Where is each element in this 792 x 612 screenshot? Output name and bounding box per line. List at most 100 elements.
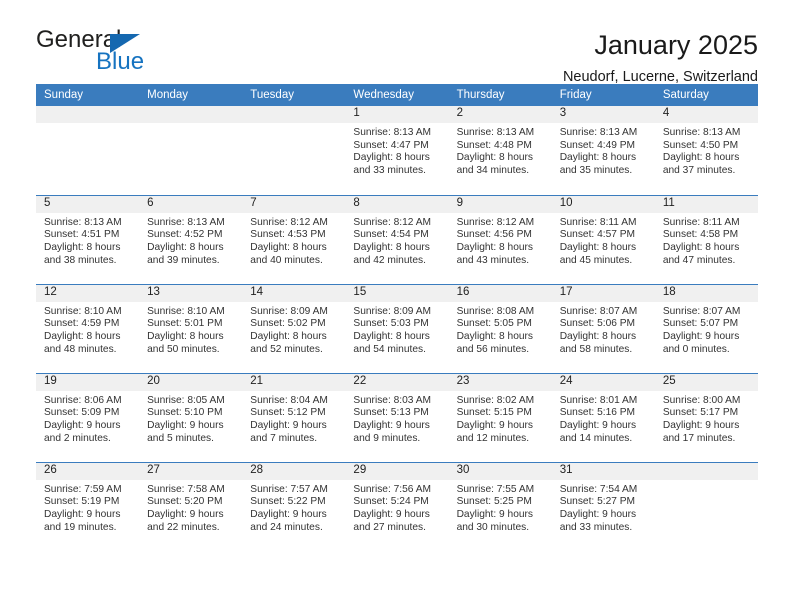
daylight-text-line2: and 52 minutes. [250,343,323,355]
calendar-day-cell[interactable]: 8 Sunrise: 8:12 AM Sunset: 4:54 PM Daylight… [345,194,449,284]
daylight-text-line2: and 0 minutes. [662,343,730,355]
day-number: 21 [242,373,346,391]
sunset-text: Sunset: 5:05 PM [456,318,532,330]
day-details: Sunrise: 8:00 AM Sunset: 5:17 PM Daylight:… [655,391,758,446]
daylight-text-line2: and 37 minutes. [662,165,736,177]
day-number: 15 [345,284,449,302]
calendar-day-cell[interactable]: 4 Sunrise: 8:13 AM Sunset: 4:50 PM Daylight… [654,106,758,195]
calendar-day-cell[interactable]: 2 Sunrise: 8:13 AM Sunset: 4:48 PM Daylight… [448,106,552,195]
daylight-text-line1: Daylight: 9 hours [559,508,637,520]
day-details: Sunrise: 8:13 AM Sunset: 4:49 PM Daylight:… [552,123,655,178]
sunset-text: Sunset: 4:51 PM [44,229,120,241]
daylight-text-line1: Daylight: 8 hours [250,241,327,253]
day-cell-inner: 17 Sunrise: 8:07 AM Sunset: 5:06 PM Dayligh… [551,284,655,373]
day-number: 17 [551,284,655,302]
sunrise-text: Sunrise: 8:12 AM [250,216,328,228]
daylight-text-line1: Daylight: 9 hours [250,508,327,520]
daylight-text-line1: Daylight: 9 hours [353,508,430,520]
daylight-text-line1: Daylight: 8 hours [559,330,637,342]
sunrise-text: Sunrise: 8:13 AM [662,127,741,138]
daylight-text-line2: and 12 minutes. [456,432,530,444]
sunset-text: Sunset: 4:50 PM [662,139,739,151]
day-details: Sunrise: 8:13 AM Sunset: 4:48 PM Daylight:… [449,123,552,178]
daylight-text-line2: and 22 minutes. [147,521,220,533]
sunset-text: Sunset: 4:47 PM [353,139,429,151]
calendar-day-cell[interactable]: 1 Sunrise: 8:13 AM Sunset: 4:47 PM Daylight… [345,106,449,195]
calendar-day-cell[interactable]: 24 Sunrise: 8:01 AM Sunset: 5:16 PM Dayligh… [551,372,655,462]
daylight-text-line2: and 38 minutes. [44,254,117,266]
calendar-day-cell[interactable]: 3 Sunrise: 8:13 AM Sunset: 4:49 PM Daylight… [551,106,655,195]
day-cell-inner: 12 Sunrise: 8:10 AM Sunset: 4:59 PM Dayligh… [36,284,140,373]
general-blue-logo[interactable]: General Blue [36,28,186,76]
weekday-header-thursday: Thursday [448,84,552,106]
calendar-day-cell[interactable]: 15 Sunrise: 8:09 AM Sunset: 5:03 PM Dayligh… [345,283,449,373]
calendar-day-cell[interactable]: 30 Sunrise: 7:55 AM Sunset: 5:25 PM Dayligh… [448,461,552,551]
daylight-text-line2: and 50 minutes. [147,343,220,355]
daylight-text-line2: and 9 minutes. [353,432,421,444]
sunrise-text: Sunrise: 8:11 AM [662,216,740,228]
calendar-day-cell[interactable]: 18 Sunrise: 8:07 AM Sunset: 5:07 PM Dayligh… [654,283,758,373]
daylight-text-line1: Daylight: 8 hours [662,152,740,164]
title-block: January 2025 Neudorf, Lucerne, Switzerla… [563,28,758,85]
day-details: Sunrise: 7:57 AM Sunset: 5:22 PM Daylight:… [242,480,345,535]
day-details: Sunrise: 7:59 AM Sunset: 5:19 PM Daylight:… [36,480,139,535]
calendar-day-cell[interactable]: 7 Sunrise: 8:12 AM Sunset: 4:53 PM Daylight… [242,194,346,284]
day-cell-inner: 13 Sunrise: 8:10 AM Sunset: 5:01 PM Dayligh… [139,284,243,373]
calendar-day-cell[interactable]: 9 Sunrise: 8:12 AM Sunset: 4:56 PM Daylight… [448,194,552,284]
day-details: Sunrise: 7:56 AM Sunset: 5:24 PM Daylight:… [345,480,448,535]
day-cell-inner: 6 Sunrise: 8:13 AM Sunset: 4:52 PM Daylight… [139,195,243,284]
sunset-text: Sunset: 5:09 PM [44,407,120,419]
calendar-day-cell[interactable]: 20 Sunrise: 8:05 AM Sunset: 5:10 PM Dayligh… [139,372,243,462]
calendar-day-cell[interactable]: 6 Sunrise: 8:13 AM Sunset: 4:52 PM Daylight… [139,194,243,284]
sunrise-text: Sunrise: 7:59 AM [44,483,122,495]
calendar-day-cell[interactable]: 28 Sunrise: 7:57 AM Sunset: 5:22 PM Dayligh… [242,461,346,551]
calendar-table: Sunday Monday Tuesday Wednesday Thursday Frid… [36,84,758,551]
calendar-day-cell[interactable]: 22 Sunrise: 8:03 AM Sunset: 5:13 PM Dayligh… [345,372,449,462]
weekday-header-wednesday: Wednesday [345,84,449,106]
calendar-day-cell[interactable]: 13 Sunrise: 8:10 AM Sunset: 5:01 PM Dayligh… [139,283,243,373]
calendar-day-cell[interactable]: 31 Sunrise: 7:54 AM Sunset: 5:27 PM Dayligh… [551,461,655,551]
sunrise-text: Sunrise: 8:08 AM [456,305,535,317]
calendar-day-cell[interactable]: 25 Sunrise: 8:00 AM Sunset: 5:17 PM Dayligh… [654,372,758,462]
calendar-day-cell[interactable]: 12 Sunrise: 8:10 AM Sunset: 4:59 PM Dayligh… [36,283,140,373]
day-number: 7 [242,195,346,213]
calendar-day-cell[interactable]: 23 Sunrise: 8:02 AM Sunset: 5:15 PM Dayligh… [448,372,552,462]
daylight-text-line2: and 45 minutes. [559,254,633,266]
day-cell-inner: 8 Sunrise: 8:12 AM Sunset: 4:54 PM Daylight… [345,195,449,284]
calendar-day-cell[interactable]: 11 Sunrise: 8:11 AM Sunset: 4:58 PM Dayligh… [654,194,758,284]
calendar-day-cell[interactable]: 26 Sunrise: 7:59 AM Sunset: 5:19 PM Dayligh… [36,461,140,551]
sunset-text: Sunset: 5:06 PM [559,318,636,330]
calendar-day-cell[interactable]: 14 Sunrise: 8:09 AM Sunset: 5:02 PM Dayligh… [242,283,346,373]
day-number: 20 [139,373,243,391]
calendar-day-cell-empty [139,106,243,195]
day-number [654,462,758,480]
day-cell-inner [654,462,758,551]
calendar-day-cell[interactable]: 27 Sunrise: 7:58 AM Sunset: 5:20 PM Dayligh… [139,461,243,551]
daylight-text-line2: and 43 minutes. [456,254,530,266]
day-cell-inner: 15 Sunrise: 8:09 AM Sunset: 5:03 PM Dayligh… [345,284,449,373]
calendar-header-row: Sunday Monday Tuesday Wednesday Thursday Frid… [36,84,758,106]
calendar-day-cell[interactable]: 21 Sunrise: 8:04 AM Sunset: 5:12 PM Dayligh… [242,372,346,462]
day-details: Sunrise: 8:09 AM Sunset: 5:02 PM Daylight:… [242,302,345,357]
calendar-day-cell[interactable]: 16 Sunrise: 8:08 AM Sunset: 5:05 PM Dayligh… [448,283,552,373]
day-details: Sunrise: 8:01 AM Sunset: 5:16 PM Daylight:… [552,391,655,446]
calendar-day-cell[interactable]: 10 Sunrise: 8:11 AM Sunset: 4:57 PM Dayligh… [551,194,655,284]
sunset-text: Sunset: 5:13 PM [353,407,429,419]
calendar-day-cell[interactable]: 17 Sunrise: 8:07 AM Sunset: 5:06 PM Dayligh… [551,283,655,373]
daylight-text-line1: Daylight: 8 hours [250,330,327,342]
day-cell-inner [36,106,140,194]
calendar-day-cell[interactable]: 5 Sunrise: 8:13 AM Sunset: 4:51 PM Daylight… [36,194,140,284]
day-cell-inner: 14 Sunrise: 8:09 AM Sunset: 5:02 PM Dayligh… [242,284,346,373]
daylight-text-line2: and 19 minutes. [44,521,117,533]
daylight-text-line1: Daylight: 8 hours [456,330,534,342]
weekday-header-sunday: Sunday [36,84,140,106]
daylight-text-line1: Daylight: 9 hours [559,419,637,431]
day-cell-inner: 23 Sunrise: 8:02 AM Sunset: 5:15 PM Dayligh… [448,373,552,462]
sunset-text: Sunset: 5:27 PM [559,496,636,508]
calendar-day-cell[interactable]: 29 Sunrise: 7:56 AM Sunset: 5:24 PM Dayligh… [345,461,449,551]
day-details: Sunrise: 8:10 AM Sunset: 5:01 PM Daylight:… [139,302,242,357]
calendar-day-cell[interactable]: 19 Sunrise: 8:06 AM Sunset: 5:09 PM Dayligh… [36,372,140,462]
day-cell-inner: 29 Sunrise: 7:56 AM Sunset: 5:24 PM Dayligh… [345,462,449,551]
day-number [36,106,140,123]
sunset-text: Sunset: 5:25 PM [456,496,532,508]
